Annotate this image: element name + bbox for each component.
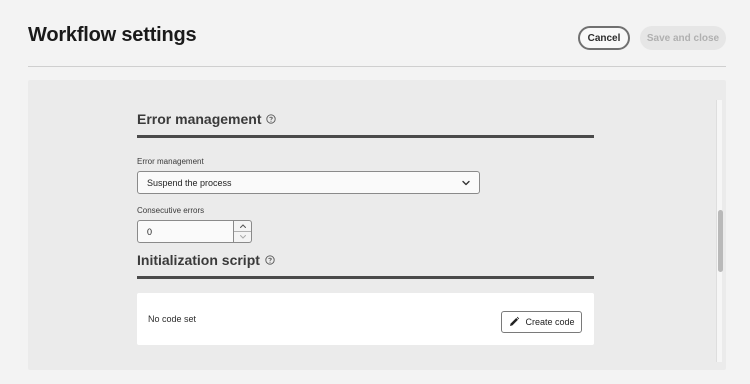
error-management-title: Error management: [137, 111, 262, 127]
save-and-close-button[interactable]: Save and close: [640, 26, 726, 50]
error-management-select[interactable]: Suspend the process: [137, 171, 480, 194]
initialization-script-title: Initialization script: [137, 252, 260, 268]
consecutive-errors-stepper[interactable]: 0: [137, 220, 252, 243]
header-divider: [28, 66, 726, 67]
create-code-button[interactable]: Create code: [501, 311, 582, 333]
consecutive-errors-label: Consecutive errors: [137, 206, 205, 215]
help-circle-icon[interactable]: [265, 255, 275, 265]
error-management-rule: [137, 135, 594, 138]
chevron-up-icon: [239, 224, 246, 228]
pencil-icon: [508, 316, 520, 328]
consecutive-errors-input[interactable]: 0: [137, 220, 234, 243]
error-management-heading: Error management: [137, 111, 277, 127]
select-value: Suspend the process: [147, 177, 232, 188]
chevron-down-icon: [461, 178, 471, 188]
initialization-script-rule: [137, 276, 594, 279]
no-code-text: No code set: [148, 314, 197, 324]
help-circle-icon[interactable]: [266, 114, 277, 124]
increment-button[interactable]: [234, 221, 251, 232]
cancel-button[interactable]: Cancel: [578, 26, 630, 50]
error-management-label: Error management: [137, 157, 204, 166]
stepper-buttons: [234, 220, 252, 243]
chevron-down-icon: [239, 235, 246, 239]
page-title: Workflow settings: [28, 24, 197, 46]
create-code-label: Create code: [525, 317, 575, 327]
dialog-header: Workflow settings Cancel Save and close: [0, 0, 750, 68]
code-box: No code set Create code: [137, 293, 594, 345]
decrement-button[interactable]: [234, 232, 251, 242]
initialization-script-heading: Initialization script: [137, 252, 275, 268]
scrollbar-thumb[interactable]: [718, 210, 723, 272]
